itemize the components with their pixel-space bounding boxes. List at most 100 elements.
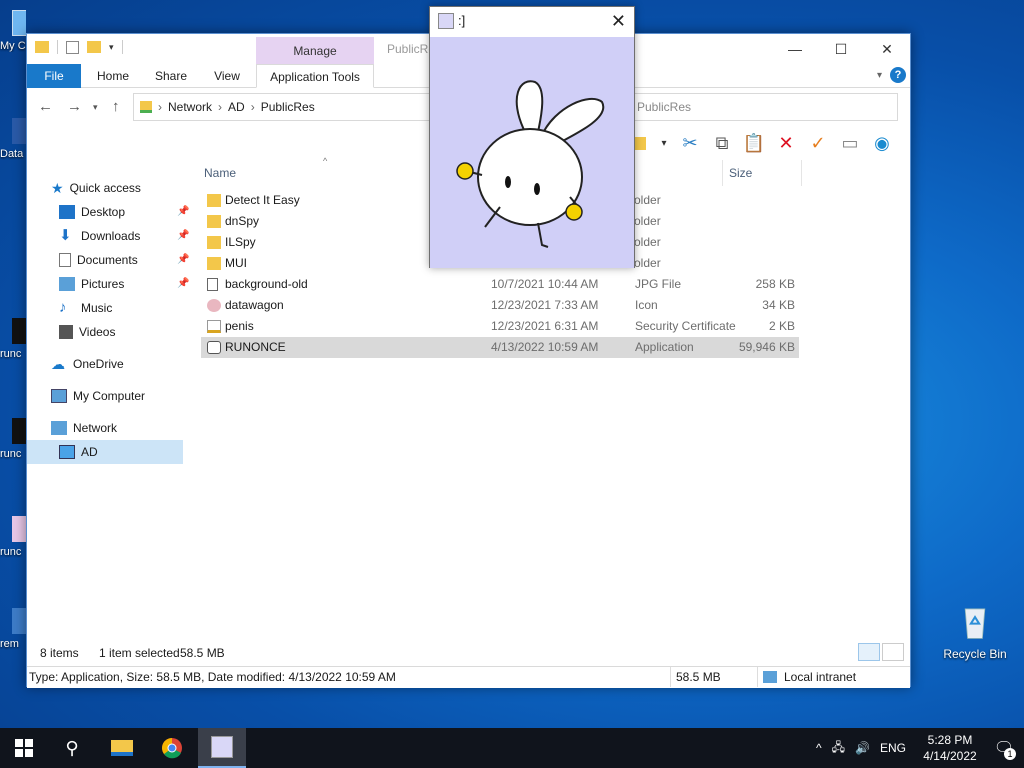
- item-count: 8 items: [40, 646, 79, 660]
- file-type: Application: [635, 340, 694, 354]
- nav-item-documents[interactable]: Documents 📌: [59, 248, 189, 272]
- download-icon: ⬇: [59, 227, 72, 244]
- video-icon: [59, 325, 73, 339]
- system-tray: ^ 🖧 🔊 ENG 5:28 PM 4/14/2022 🗨 1: [816, 728, 1024, 768]
- breadcrumb-network[interactable]: Network: [168, 100, 212, 114]
- network-icon[interactable]: 🖧: [832, 738, 845, 759]
- new-folder-icon[interactable]: [87, 41, 101, 53]
- close-button[interactable]: ✕: [864, 34, 910, 64]
- up-icon[interactable]: ↑: [112, 98, 120, 115]
- chrome-icon[interactable]: [148, 728, 196, 768]
- tab-share[interactable]: Share: [149, 64, 193, 88]
- shell-icon[interactable]: ◉: [871, 132, 893, 154]
- nav-onedrive[interactable]: ☁ OneDrive: [51, 352, 124, 376]
- desktop-icon-recycle-bin[interactable]: Recycle Bin: [940, 604, 1010, 661]
- runonce-popup-window: :] ✕: [429, 6, 635, 268]
- chevron-up-icon[interactable]: ^: [816, 741, 822, 755]
- manage-tab[interactable]: Manage: [256, 37, 374, 65]
- minimize-button[interactable]: —: [772, 34, 818, 64]
- chevron-down-icon[interactable]: ▾: [659, 132, 669, 154]
- list-item[interactable]: background-old 10/7/2021 10:44 AM JPG Fi…: [201, 274, 799, 295]
- pin-icon: 📌: [177, 230, 190, 241]
- nav-item-desktop[interactable]: Desktop 📌: [59, 200, 189, 224]
- clock[interactable]: 5:28 PM 4/14/2022: [916, 732, 984, 764]
- tab-home[interactable]: Home: [91, 64, 135, 88]
- desktop-icon-runonce-1[interactable]: runc: [0, 318, 26, 360]
- column-header-size[interactable]: Size: [729, 162, 752, 184]
- language-indicator[interactable]: ENG: [880, 741, 906, 755]
- cut-icon[interactable]: ✂: [679, 132, 701, 154]
- tab-application-tools[interactable]: Application Tools: [256, 64, 374, 88]
- runonce-taskbar-icon[interactable]: [198, 728, 246, 768]
- tab-view[interactable]: View: [205, 64, 249, 88]
- file-size: 258 KB: [755, 277, 795, 291]
- chevron-down-icon[interactable]: ▾: [109, 42, 114, 53]
- expand-ribbon-icon[interactable]: ▾: [877, 70, 882, 81]
- details-view-button[interactable]: [858, 643, 880, 661]
- start-button[interactable]: [0, 728, 48, 768]
- desktop-icon-data[interactable]: Data: [0, 118, 26, 160]
- notification-center-button[interactable]: 🗨 1: [984, 728, 1024, 768]
- pin-icon: 📌: [177, 206, 190, 217]
- delete-icon[interactable]: ✕: [775, 132, 797, 154]
- nav-ad[interactable]: AD: [27, 440, 183, 464]
- desktop-icon-runonce-3[interactable]: runc: [0, 516, 26, 558]
- file-name: dnSpy: [225, 214, 260, 228]
- file-date: 10/7/2021 10:44 AM: [491, 277, 599, 291]
- navigation-pane: ★ Quick access Desktop 📌 ⬇ Downloads 📌 D…: [27, 170, 189, 650]
- volume-icon[interactable]: 🔊: [855, 741, 870, 755]
- rename-icon[interactable]: ✓: [807, 132, 829, 154]
- column-header-name[interactable]: Name: [204, 162, 236, 184]
- nav-item-pictures[interactable]: Pictures 📌: [59, 272, 189, 296]
- file-name: background-old: [225, 277, 308, 291]
- nav-network[interactable]: Network: [51, 416, 117, 440]
- action-toolbar: ▾ ✂ ⧉ 📋 ✕ ✓ ▭ ◉: [627, 130, 893, 156]
- folder-icon: [207, 257, 221, 270]
- desktop-icon: [59, 205, 75, 219]
- nav-label: Quick access: [69, 181, 141, 195]
- paste-icon[interactable]: 📋: [743, 132, 765, 154]
- search-icon[interactable]: ⚲: [48, 728, 96, 768]
- file-size: 2 KB: [768, 319, 795, 333]
- nav-label: Music: [81, 301, 113, 315]
- nav-label: Pictures: [81, 277, 125, 291]
- status-bar: 8 items 1 item selected 58.5 MB: [27, 642, 910, 664]
- notification-badge: 1: [1004, 748, 1016, 760]
- network-icon: [51, 421, 67, 435]
- properties-icon[interactable]: [66, 40, 79, 54]
- recent-locations-icon[interactable]: ▾: [93, 102, 98, 113]
- close-icon[interactable]: ✕: [611, 7, 626, 35]
- list-item[interactable]: penis 12/23/2021 6:31 AM Security Certif…: [201, 316, 799, 337]
- app-icon: [12, 118, 26, 144]
- nav-my-computer[interactable]: My Computer: [51, 384, 145, 408]
- list-item-selected[interactable]: RUNONCE 4/13/2022 10:59 AM Application 5…: [201, 337, 799, 358]
- nav-item-videos[interactable]: Videos: [59, 320, 115, 344]
- large-icons-view-button[interactable]: [882, 643, 904, 661]
- popup-canvas: [430, 37, 634, 268]
- back-icon[interactable]: ←: [38, 98, 53, 115]
- taskbar: ⚲ ^ 🖧 🔊 ENG 5:28 PM 4/14/2022 🗨 1: [0, 728, 1024, 768]
- desktop-icon-rem[interactable]: rem: [0, 608, 26, 650]
- windows-icon: [15, 739, 33, 757]
- tab-file[interactable]: File: [27, 64, 81, 88]
- forward-icon[interactable]: →: [67, 98, 82, 115]
- copy-icon[interactable]: ⧉: [711, 132, 733, 154]
- properties-icon[interactable]: ▭: [839, 132, 861, 154]
- nav-item-downloads[interactable]: ⬇ Downloads 📌: [59, 224, 189, 248]
- breadcrumb-publicres[interactable]: PublicRes: [261, 100, 315, 114]
- file-explorer-taskbar-icon[interactable]: [98, 728, 146, 768]
- desktop-icon-my-computer[interactable]: My C: [0, 10, 26, 52]
- list-item[interactable]: datawagon 12/23/2021 7:33 AM Icon 34 KB: [201, 295, 799, 316]
- folder-icon[interactable]: [35, 41, 49, 53]
- breadcrumb-ad[interactable]: AD: [228, 100, 245, 114]
- address-bar[interactable]: › Network › AD › PublicRes: [133, 93, 433, 121]
- file-type: JPG File: [635, 277, 682, 291]
- desktop-icon-runonce-2[interactable]: runc: [0, 418, 26, 460]
- intranet-icon: [763, 671, 777, 683]
- maximize-button[interactable]: ☐: [818, 34, 864, 64]
- nav-item-music[interactable]: ♪ Music: [59, 296, 112, 320]
- nav-quick-access[interactable]: ★ Quick access: [51, 176, 141, 200]
- search-input[interactable]: PublicRes: [633, 93, 898, 121]
- file-name: RUNONCE: [225, 340, 286, 354]
- help-icon[interactable]: ?: [890, 67, 906, 83]
